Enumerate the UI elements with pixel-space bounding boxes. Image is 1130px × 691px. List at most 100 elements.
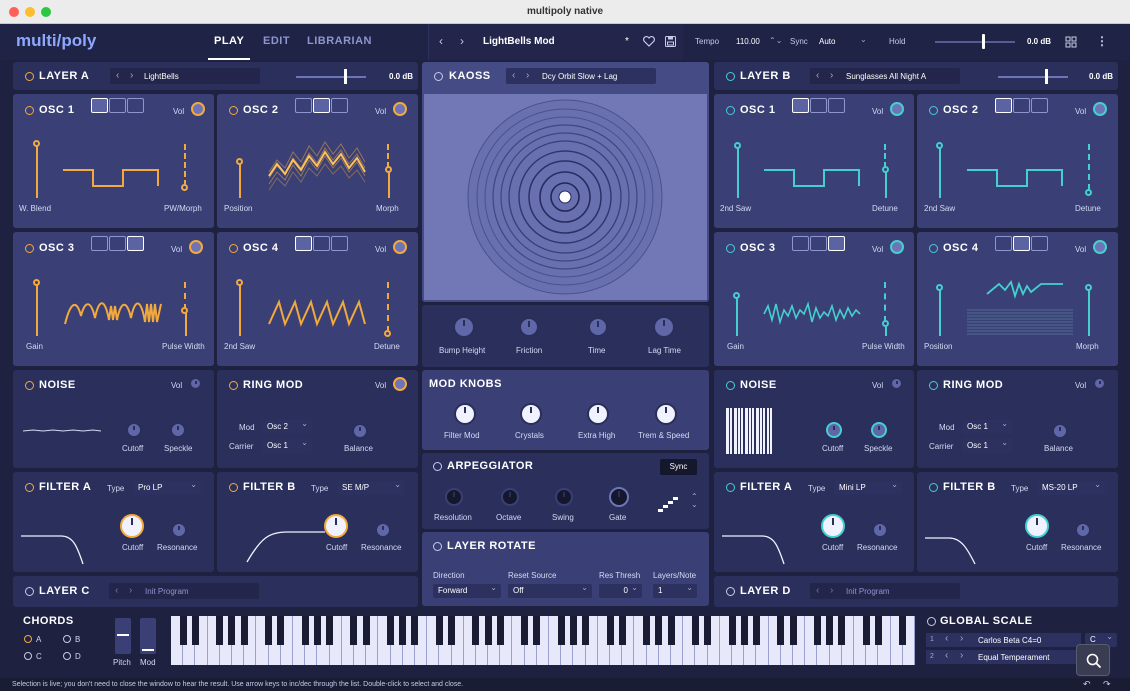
grid-view-icon[interactable]: [1065, 36, 1077, 48]
b-osc3-wave-saw-button[interactable]: [810, 236, 827, 251]
osc2-right-slider[interactable]: [387, 144, 389, 168]
black-key[interactable]: [228, 616, 236, 645]
osc4-power-icon[interactable]: [229, 244, 238, 253]
kaoss-time-knob[interactable]: [588, 317, 608, 337]
osc1-left-slider[interactable]: [36, 142, 38, 198]
chord-c-radio[interactable]: [24, 652, 32, 660]
black-key[interactable]: [387, 616, 395, 645]
black-key[interactable]: [704, 616, 712, 645]
kaoss-bump-height-knob[interactable]: [453, 316, 475, 338]
layer-a-prev-icon[interactable]: ‹: [116, 70, 119, 81]
b-filter-a-type-select[interactable]: Mini LP: [834, 480, 902, 495]
black-key[interactable]: [265, 616, 273, 645]
b-noise-speckle-knob[interactable]: [871, 422, 887, 438]
kaoss-program-selector[interactable]: ‹ › Dcy Orbit Slow + Lag: [506, 68, 656, 84]
osc3-right-slider[interactable]: [184, 282, 186, 310]
layer-d-power-icon[interactable]: [726, 587, 735, 596]
black-key[interactable]: [874, 616, 882, 645]
sync-value[interactable]: Auto: [819, 37, 835, 46]
filter-b-type-select[interactable]: SE M/P: [337, 480, 405, 495]
scale-row-1-prev-icon[interactable]: ‹: [945, 633, 948, 644]
layer-b-power-icon[interactable]: [726, 72, 735, 81]
black-key[interactable]: [435, 616, 443, 645]
b-noise-cutoff-knob[interactable]: [826, 422, 842, 438]
b-osc4-wave-square-button[interactable]: [995, 236, 1012, 251]
black-key[interactable]: [448, 616, 456, 645]
osc1-left-slider-handle[interactable]: [33, 140, 40, 147]
b-ringmod-volume-knob[interactable]: [1093, 377, 1106, 390]
osc3-left-slider[interactable]: [36, 282, 38, 336]
filter-b-cutoff-knob[interactable]: [324, 514, 348, 538]
osc2-wave-tri-button[interactable]: [331, 98, 348, 113]
b-osc2-power-icon[interactable]: [929, 106, 938, 115]
layer-a-volume-track[interactable]: [296, 76, 366, 78]
arp-octave-knob[interactable]: [501, 488, 519, 506]
tab-edit[interactable]: EDIT: [263, 35, 290, 47]
more-menu-icon[interactable]: ⋮: [1096, 34, 1108, 48]
ringmod-power-icon[interactable]: [229, 381, 238, 390]
layer-b-program-selector[interactable]: ‹ › Sunglasses All Night A: [810, 68, 960, 84]
osc3-wave-tri-button[interactable]: [127, 236, 144, 251]
noise-cutoff-knob[interactable]: [126, 422, 142, 438]
layer-d-prev-icon[interactable]: ‹: [816, 585, 819, 596]
ringmod-carrier-select[interactable]: Osc 1: [262, 438, 312, 453]
layer-c-prev-icon[interactable]: ‹: [115, 585, 118, 596]
osc1-right-slider[interactable]: [184, 144, 186, 186]
osc3-left-slider-handle[interactable]: [33, 279, 40, 286]
b-osc1-wave-tri-button[interactable]: [828, 98, 845, 113]
osc2-wave-saw-button[interactable]: [313, 98, 330, 113]
b-filter-a-cutoff-knob[interactable]: [821, 514, 845, 538]
rotate-layers-note-select[interactable]: 1: [653, 583, 697, 598]
osc3-power-icon[interactable]: [25, 244, 34, 253]
black-key[interactable]: [862, 616, 870, 645]
black-key[interactable]: [557, 616, 565, 645]
b-filter-a-resonance-knob[interactable]: [872, 522, 888, 538]
scale-row-1[interactable]: 1 ‹ › Carlos Beta C4=0: [926, 633, 1081, 647]
mod-knob-crystals[interactable]: [520, 403, 542, 425]
black-key[interactable]: [362, 616, 370, 645]
b-ringmod-power-icon[interactable]: [929, 381, 938, 390]
black-key[interactable]: [350, 616, 358, 645]
b-osc3-left-slider[interactable]: [736, 296, 738, 336]
black-key[interactable]: [728, 616, 736, 645]
mod-knob-trem-speed[interactable]: [655, 403, 677, 425]
layer-a-next-icon[interactable]: ›: [130, 70, 133, 81]
b-ringmod-carrier-select[interactable]: Osc 1: [962, 438, 1012, 453]
rotate-res-thresh-stepper[interactable]: 0: [599, 583, 642, 598]
osc4-wave-square-button[interactable]: [295, 236, 312, 251]
rotate-direction-select[interactable]: Forward: [433, 583, 501, 598]
osc4-wave-saw-button[interactable]: [313, 236, 330, 251]
b-osc4-wave-tri-button[interactable]: [1031, 236, 1048, 251]
b-filter-b-power-icon[interactable]: [929, 483, 938, 492]
kaoss-lag-time-knob[interactable]: [653, 316, 675, 338]
arp-pattern-stepper-icon[interactable]: ⌃ ⌄: [691, 493, 698, 509]
osc1-wave-saw-button[interactable]: [109, 98, 126, 113]
scale-row-2-prev-icon[interactable]: ‹: [945, 650, 948, 661]
b-osc2-left-slider-handle[interactable]: [936, 142, 943, 149]
filter-a-power-icon[interactable]: [25, 483, 34, 492]
b-osc3-right-slider[interactable]: [884, 282, 886, 322]
arp-resolution-knob[interactable]: [445, 488, 463, 506]
black-key[interactable]: [484, 616, 492, 645]
b-osc3-power-icon[interactable]: [726, 244, 735, 253]
b-osc1-volume-knob[interactable]: [890, 102, 904, 116]
black-key[interactable]: [533, 616, 541, 645]
black-key[interactable]: [326, 616, 334, 645]
master-volume-track[interactable]: [935, 41, 1015, 43]
osc2-left-slider[interactable]: [239, 162, 241, 198]
layer-b-volume-track[interactable]: [998, 76, 1068, 78]
b-filter-b-cutoff-knob[interactable]: [1025, 514, 1049, 538]
layer-b-next-icon[interactable]: ›: [830, 70, 833, 81]
preset-name[interactable]: LightBells Mod: [483, 36, 555, 47]
b-osc1-left-slider-handle[interactable]: [734, 142, 741, 149]
b-osc4-left-slider[interactable]: [939, 288, 941, 336]
arp-swing-knob[interactable]: [555, 488, 573, 506]
save-disk-icon[interactable]: [665, 36, 676, 47]
b-osc1-wave-square-button[interactable]: [792, 98, 809, 113]
osc2-power-icon[interactable]: [229, 106, 238, 115]
black-key[interactable]: [618, 616, 626, 645]
filter-b-resonance-knob[interactable]: [375, 522, 391, 538]
black-key[interactable]: [472, 616, 480, 645]
osc1-wave-square-button[interactable]: [91, 98, 108, 113]
osc1-power-icon[interactable]: [25, 106, 34, 115]
